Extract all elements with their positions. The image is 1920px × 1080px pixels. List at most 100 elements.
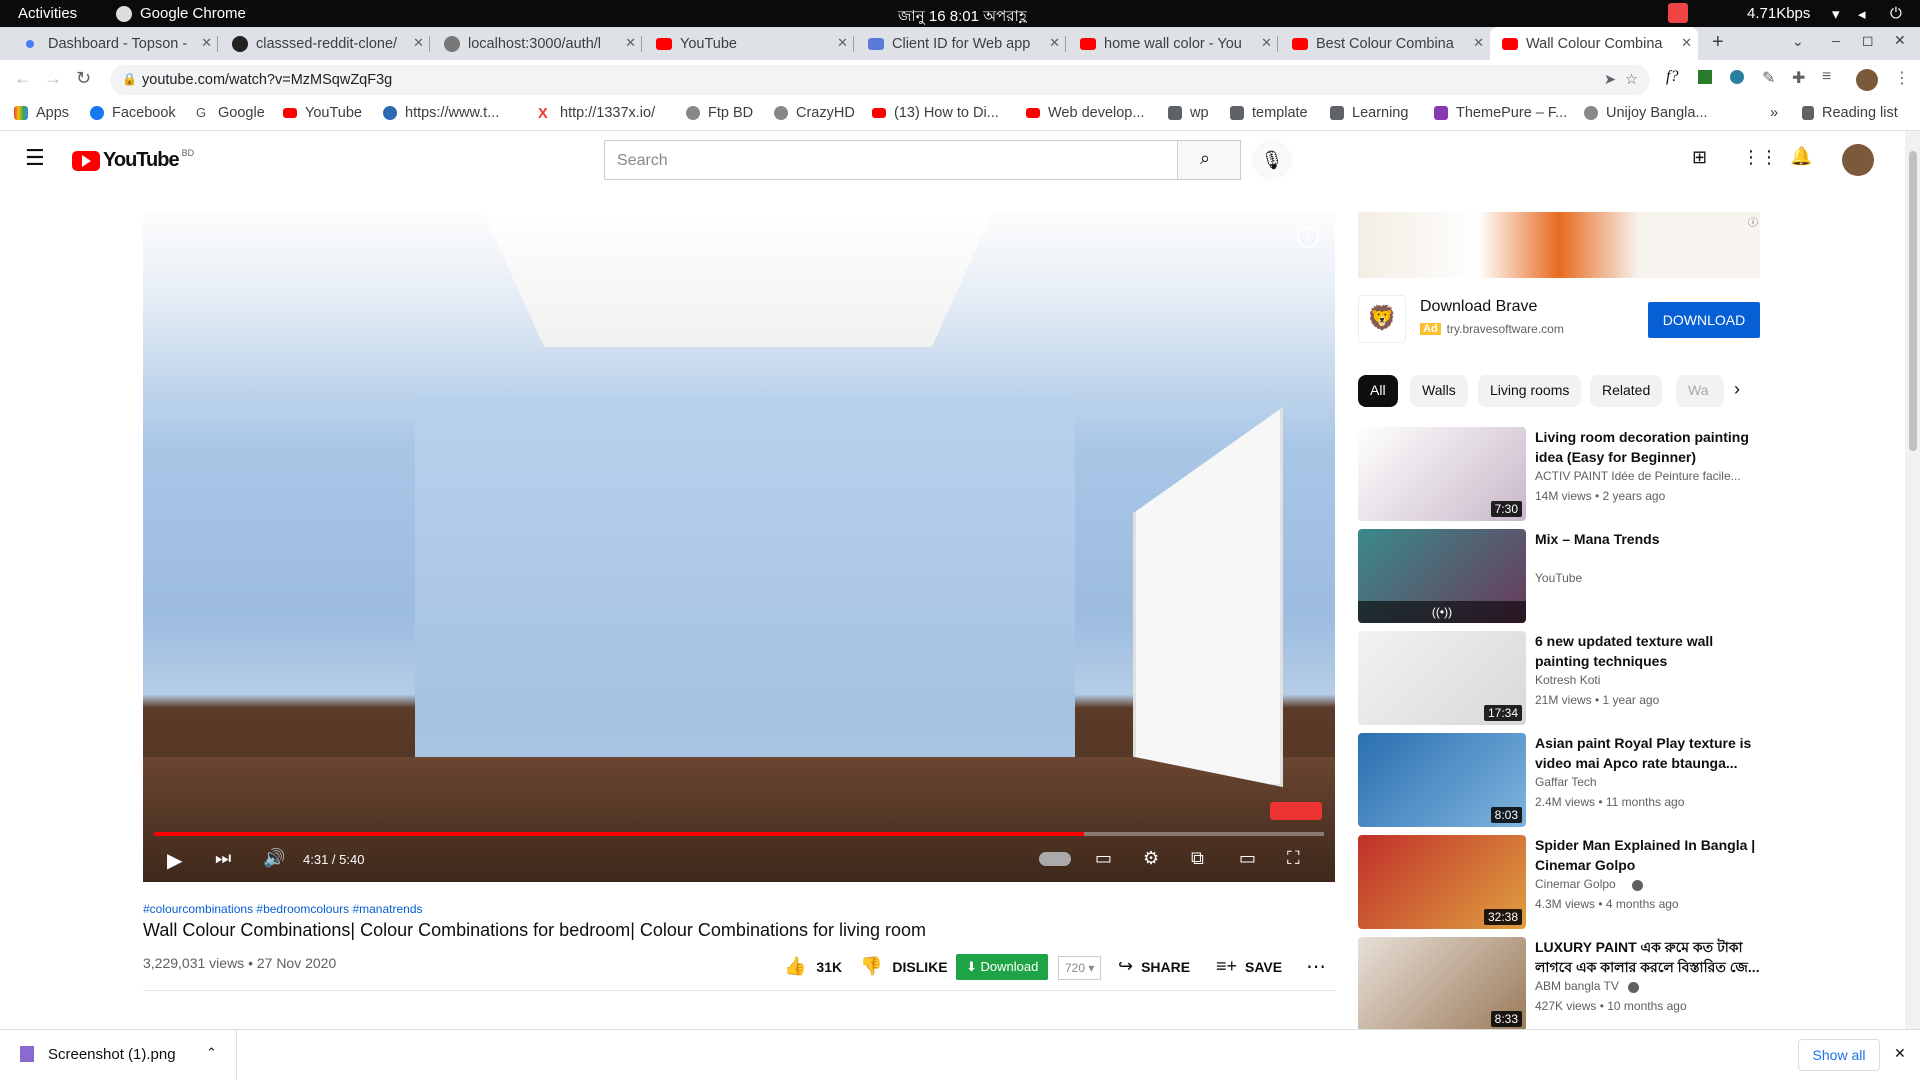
autoplay-toggle[interactable] <box>1039 852 1071 866</box>
download-button[interactable]: ⬇ Download <box>956 954 1049 980</box>
notifications-bell-icon[interactable]: 🔔 <box>1790 146 1812 167</box>
like-button[interactable]: 👍 31K <box>784 956 842 977</box>
video-thumbnail[interactable]: 32:38 <box>1358 835 1526 929</box>
reading-list[interactable]: Reading list <box>1802 105 1898 121</box>
volume-icon[interactable]: 🔊 <box>263 848 285 869</box>
volume-icon[interactable]: ◂ <box>1858 5 1866 23</box>
tab-0[interactable]: Dashboard - Topson - ✕ <box>8 27 218 60</box>
close-tab-icon[interactable]: ✕ <box>1261 35 1272 51</box>
search-input[interactable]: Search <box>604 140 1184 180</box>
tab-5[interactable]: home wall color - You ✕ <box>1068 27 1278 60</box>
close-shelf-icon[interactable]: ✕ <box>1894 1045 1906 1062</box>
chip-related[interactable]: Related <box>1590 375 1663 407</box>
settings-gear-icon[interactable]: ⚙ <box>1143 848 1159 869</box>
extension-fx-icon[interactable]: f? <box>1666 68 1678 86</box>
wifi-icon[interactable]: ▾ <box>1832 5 1840 23</box>
tab-search-icon[interactable]: ⌄ <box>1792 33 1804 50</box>
send-icon[interactable]: ➤ <box>1604 72 1616 88</box>
save-button[interactable]: ≡+ SAVE <box>1216 956 1282 977</box>
ad-banner-image[interactable]: ⓘ <box>1358 212 1760 278</box>
bookmark-1337x[interactable]: Xhttp://1337x.io/ <box>538 105 655 122</box>
video-thumbnail[interactable]: 8:03 <box>1358 733 1526 827</box>
bookmark-ftp-bd[interactable]: Ftp BD <box>686 105 753 121</box>
forward-icon[interactable]: → <box>44 68 62 89</box>
tray-app-icon[interactable] <box>1668 3 1688 23</box>
voice-search-icon[interactable]: 🎙 <box>1252 140 1292 180</box>
extension-icon[interactable] <box>1730 70 1744 84</box>
tab-7-active[interactable]: Wall Colour Combina ✕ <box>1490 27 1698 60</box>
bookmark-apps[interactable]: Apps <box>14 105 69 121</box>
maximize-icon[interactable]: ◻ <box>1862 32 1874 49</box>
extensions-puzzle-icon[interactable]: ✚ <box>1792 68 1805 88</box>
chip-wa[interactable]: Wa <box>1676 375 1724 407</box>
close-window-icon[interactable]: ✕ <box>1894 32 1906 49</box>
show-all-button[interactable]: Show all <box>1798 1039 1880 1071</box>
bookmark-youtube[interactable]: YouTube <box>283 105 362 121</box>
address-bar[interactable]: 🔒 youtube.com/watch?v=MzMSqwZqF3g ➤ ☆ <box>110 65 1650 95</box>
recommendation-item[interactable]: 7:30 Living room decoration painting idea… <box>1358 427 1760 523</box>
play-icon[interactable]: ▶ <box>167 848 182 873</box>
video-thumbnail[interactable]: ((•)) <box>1358 529 1526 623</box>
minimize-icon[interactable]: – <box>1832 32 1840 48</box>
bookmark-themepure[interactable]: ThemePure – F... <box>1434 105 1567 121</box>
quality-select[interactable]: 720 ▾ <box>1058 956 1102 980</box>
info-icon[interactable]: i <box>1297 226 1319 248</box>
close-tab-icon[interactable]: ✕ <box>1473 35 1484 51</box>
subtitles-icon[interactable]: ▭ <box>1095 848 1112 869</box>
video-thumbnail[interactable]: 17:34 <box>1358 631 1526 725</box>
next-icon[interactable]: ⏭ <box>215 848 231 869</box>
theater-mode-icon[interactable]: ▭ <box>1239 848 1256 869</box>
chevron-up-icon[interactable]: ⌃ <box>206 1045 217 1061</box>
recommendation-item[interactable]: 32:38 Spider Man Explained In Bangla | Ci… <box>1358 835 1760 931</box>
media-queue-icon[interactable]: ≡ <box>1822 68 1831 86</box>
close-tab-icon[interactable]: ✕ <box>201 35 212 51</box>
recommendation-item[interactable]: 8:33 LUXURY PAINT এক রুমে কত টাকা লাগবে এ… <box>1358 937 1760 1033</box>
more-actions-icon[interactable]: ⋯ <box>1306 954 1326 979</box>
scrollbar-track[interactable] <box>1905 131 1920 1029</box>
extension-icon[interactable] <box>1698 70 1712 84</box>
more-bookmarks-icon[interactable]: » <box>1770 105 1778 121</box>
progress-bar[interactable] <box>154 832 1324 836</box>
bookmark-google[interactable]: G Google <box>196 105 265 121</box>
create-video-icon[interactable]: ⊞ <box>1692 147 1707 168</box>
scrollbar-thumb[interactable] <box>1909 151 1917 451</box>
close-tab-icon[interactable]: ✕ <box>625 35 636 51</box>
close-tab-icon[interactable]: ✕ <box>1049 35 1060 51</box>
video-player[interactable]: i ▶ ⏭ 🔊 4:31 / 5:40 ▭ ⚙ ⧉ ▭ ⛶ <box>143 212 1335 882</box>
bookmark-crazyhd[interactable]: CrazyHD <box>774 105 855 121</box>
hashtags[interactable]: #colourcombinations #bedroomcolours #man… <box>143 902 423 916</box>
close-tab-icon[interactable]: ✕ <box>413 35 424 51</box>
tab-2[interactable]: localhost:3000/auth/l ✕ <box>432 27 642 60</box>
ad-title[interactable]: Download Brave <box>1420 298 1537 316</box>
tab-4[interactable]: Client ID for Web app ✕ <box>856 27 1066 60</box>
apps-grid-icon[interactable]: ⋮⋮ <box>1742 147 1778 168</box>
chip-living-rooms[interactable]: Living rooms <box>1478 375 1582 407</box>
bookmark-folder-learning[interactable]: Learning <box>1330 105 1408 121</box>
profile-avatar[interactable] <box>1856 69 1878 91</box>
bookmark-folder-template[interactable]: template <box>1230 105 1308 121</box>
channel-watermark[interactable] <box>1270 802 1322 820</box>
recommendation-item[interactable]: ((•)) Mix – Mana Trends YouTube <box>1358 529 1760 625</box>
close-tab-icon[interactable]: ✕ <box>1681 35 1692 51</box>
account-avatar[interactable] <box>1842 144 1874 176</box>
video-thumbnail[interactable]: 8:33 <box>1358 937 1526 1031</box>
download-file-name[interactable]: Screenshot (1).png <box>48 1046 176 1063</box>
bookmark-how-to[interactable]: (13) How to Di... <box>872 105 999 121</box>
color-picker-icon[interactable]: ✎ <box>1762 68 1775 88</box>
dislike-button[interactable]: 👎 DISLIKE <box>860 956 948 977</box>
ad-download-button[interactable]: DOWNLOAD <box>1648 302 1760 338</box>
miniplayer-icon[interactable]: ⧉ <box>1191 848 1204 869</box>
tab-3[interactable]: YouTube ✕ <box>644 27 854 60</box>
bookmark-folder-wp[interactable]: wp <box>1168 105 1209 121</box>
bookmark-t[interactable]: https://www.t... <box>383 105 499 121</box>
search-button[interactable]: ⌕ <box>1177 140 1241 180</box>
activities-button[interactable]: Activities <box>18 5 77 22</box>
new-tab-button[interactable]: + <box>1712 31 1724 54</box>
bookmark-facebook[interactable]: Facebook <box>90 105 176 121</box>
bookmark-web-develop[interactable]: Web develop... <box>1026 105 1144 121</box>
chip-walls[interactable]: Walls <box>1410 375 1468 407</box>
chevron-right-icon[interactable]: › <box>1734 379 1740 400</box>
recommendation-item[interactable]: 17:34 6 new updated texture wall painting… <box>1358 631 1760 727</box>
share-button[interactable]: ↪ SHARE <box>1118 956 1190 977</box>
video-thumbnail[interactable]: 7:30 <box>1358 427 1526 521</box>
